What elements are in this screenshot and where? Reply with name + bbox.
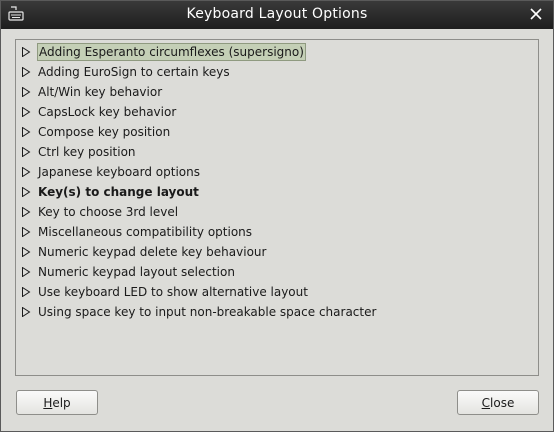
tree-row[interactable]: Japanese keyboard options xyxy=(16,162,538,182)
tree-row-label: Adding EuroSign to certain keys xyxy=(38,65,230,79)
tree-row[interactable]: Key to choose 3rd level xyxy=(16,202,538,222)
tree-row[interactable]: Adding Esperanto circumflexes (supersign… xyxy=(16,42,538,62)
tree-row[interactable]: Alt/Win key behavior xyxy=(16,82,538,102)
tree-row-label: Ctrl key position xyxy=(38,145,136,159)
expander-arrow-icon[interactable] xyxy=(21,267,31,277)
tree-row[interactable]: CapsLock key behavior xyxy=(16,102,538,122)
keyboard-layout-options-dialog: Keyboard Layout Options Adding Esperanto… xyxy=(0,0,554,432)
expander-arrow-icon[interactable] xyxy=(21,207,31,217)
expander-arrow-icon[interactable] xyxy=(21,227,31,237)
close-icon[interactable] xyxy=(528,6,544,22)
tree-row[interactable]: Ctrl key position xyxy=(16,142,538,162)
close-button[interactable]: Close xyxy=(457,390,539,415)
tree-row-label: Numeric keypad layout selection xyxy=(38,265,235,279)
expander-arrow-icon[interactable] xyxy=(21,87,31,97)
help-mnemonic: H xyxy=(43,395,53,410)
expander-arrow-icon[interactable] xyxy=(21,127,31,137)
tree-row-label: Using space key to input non-breakable s… xyxy=(38,305,377,319)
options-list: Adding Esperanto circumflexes (supersign… xyxy=(16,40,538,322)
tree-row[interactable]: Key(s) to change layout xyxy=(16,182,538,202)
tree-row-label: Key(s) to change layout xyxy=(38,185,199,199)
close-mnemonic: C xyxy=(481,395,491,410)
help-label-rest: elp xyxy=(52,395,71,410)
expander-arrow-icon[interactable] xyxy=(21,47,31,57)
tree-row-label: CapsLock key behavior xyxy=(38,105,177,119)
options-tree[interactable]: Adding Esperanto circumflexes (supersign… xyxy=(15,39,539,376)
expander-arrow-icon[interactable] xyxy=(21,287,31,297)
expander-arrow-icon[interactable] xyxy=(21,67,31,77)
title-bar[interactable]: Keyboard Layout Options xyxy=(1,1,553,29)
tree-row-label: Miscellaneous compatibility options xyxy=(38,225,253,239)
help-button[interactable]: Help xyxy=(16,390,98,415)
tree-row[interactable]: Use keyboard LED to show alternative lay… xyxy=(16,282,538,302)
tree-row[interactable]: Miscellaneous compatibility options xyxy=(16,222,538,242)
tree-row-label: Adding Esperanto circumflexes (supersign… xyxy=(37,43,306,61)
expander-arrow-icon[interactable] xyxy=(21,167,31,177)
tree-row-label: Numeric keypad delete key behaviour xyxy=(38,245,267,259)
expander-arrow-icon[interactable] xyxy=(21,247,31,257)
tree-row-label: Key to choose 3rd level xyxy=(38,205,179,219)
expander-arrow-icon[interactable] xyxy=(21,307,31,317)
window-title: Keyboard Layout Options xyxy=(186,6,368,22)
tree-row[interactable]: Compose key position xyxy=(16,122,538,142)
tree-row[interactable]: Adding EuroSign to certain keys xyxy=(16,62,538,82)
tree-row-label: Alt/Win key behavior xyxy=(38,85,163,99)
tree-row-label: Use keyboard LED to show alternative lay… xyxy=(38,285,308,299)
tree-row[interactable]: Numeric keypad layout selection xyxy=(16,262,538,282)
tree-row[interactable]: Using space key to input non-breakable s… xyxy=(16,302,538,322)
close-label-rest: lose xyxy=(490,395,515,410)
tree-row[interactable]: Numeric keypad delete key behaviour xyxy=(16,242,538,262)
expander-arrow-icon[interactable] xyxy=(21,187,31,197)
expander-arrow-icon[interactable] xyxy=(21,107,31,117)
tree-row-label: Japanese keyboard options xyxy=(38,165,200,179)
expander-arrow-icon[interactable] xyxy=(21,147,31,157)
tree-row-label: Compose key position xyxy=(38,125,171,139)
